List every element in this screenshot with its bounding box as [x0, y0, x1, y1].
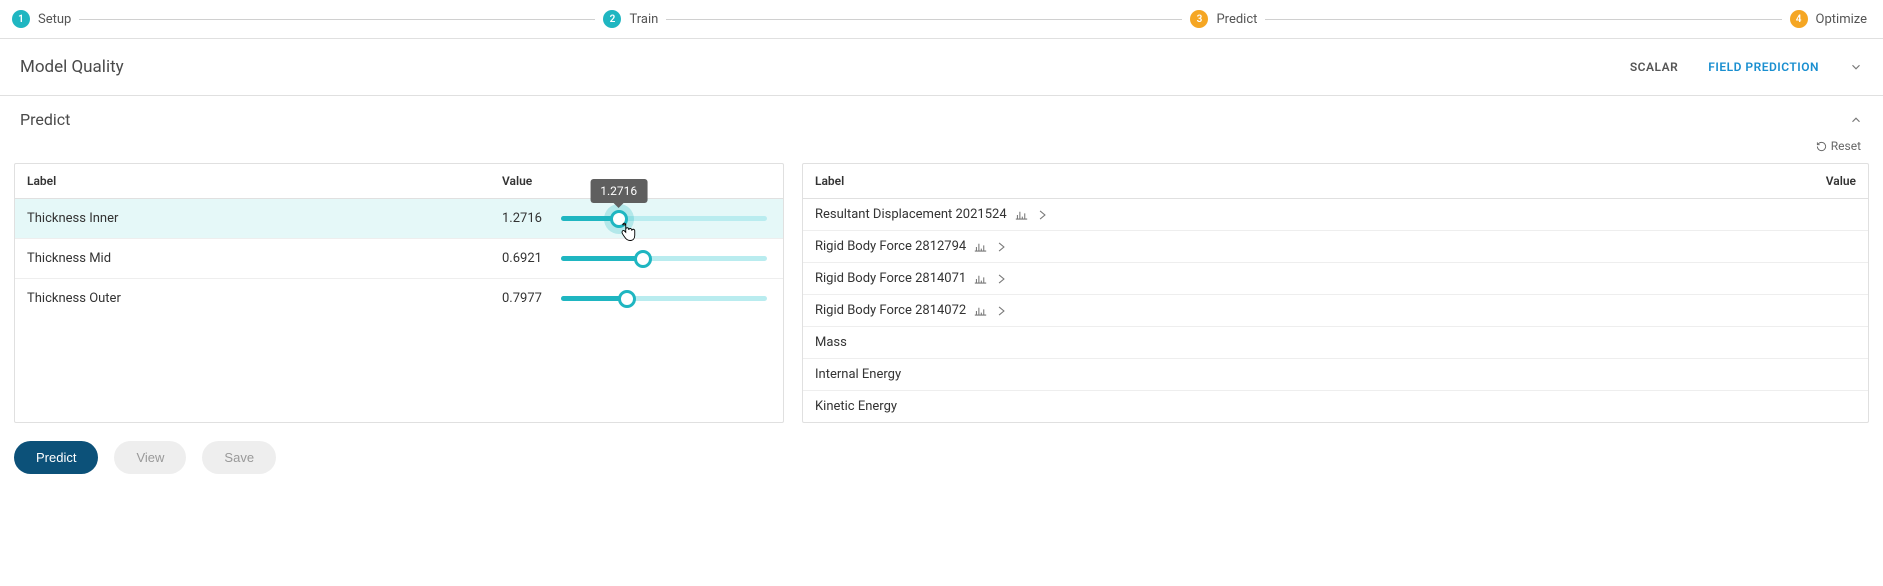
slider[interactable]	[557, 256, 771, 261]
save-button[interactable]: Save	[202, 441, 276, 474]
output-row: Mass	[803, 327, 1868, 359]
slider-tooltip: 1.2716	[590, 179, 647, 203]
output-label: Kinetic Energy	[815, 399, 897, 414]
output-row: Internal Energy	[803, 359, 1868, 391]
output-label: Rigid Body Force 2814072	[815, 303, 1008, 318]
output-label-text: Internal Energy	[815, 367, 901, 382]
inputs-panel-header: Label Value	[15, 164, 783, 199]
slider-thumb[interactable]: 1.2716	[610, 210, 628, 228]
input-label: Thickness Inner	[27, 211, 502, 226]
output-row[interactable]: Resultant Displacement 2021524	[803, 199, 1868, 231]
output-label-text: Rigid Body Force 2812794	[815, 239, 966, 254]
step-label: Optimize	[1816, 12, 1867, 27]
step-setup[interactable]: 1 Setup	[12, 10, 71, 28]
input-label: Thickness Mid	[27, 251, 502, 266]
slider-thumb[interactable]	[618, 290, 636, 308]
output-label-text: Kinetic Energy	[815, 399, 897, 414]
step-number: 3	[1190, 10, 1208, 28]
input-label: Thickness Outer	[27, 291, 502, 306]
chevron-right-icon[interactable]	[995, 241, 1008, 253]
outputs-panel-header: Label Value	[803, 164, 1868, 199]
slider[interactable]	[557, 296, 771, 301]
model-quality-bar: Model Quality SCALAR FIELD PREDICTION	[0, 39, 1883, 96]
outputs-panel: Label Value Resultant Displacement 20215…	[802, 163, 1869, 423]
step-train[interactable]: 2 Train	[603, 10, 658, 28]
model-quality-title: Model Quality	[20, 57, 124, 77]
chevron-up-icon[interactable]	[1849, 113, 1863, 127]
output-label: Internal Energy	[815, 367, 901, 382]
output-label: Rigid Body Force 2812794	[815, 239, 1008, 254]
output-label: Resultant Displacement 2021524	[815, 207, 1049, 222]
chevron-right-icon[interactable]	[1036, 209, 1049, 221]
chart-icon[interactable]	[974, 273, 987, 285]
chart-icon[interactable]	[1015, 209, 1028, 221]
output-label: Mass	[815, 335, 847, 350]
col-label-header: Label	[815, 174, 1796, 188]
col-value-header: Value	[1796, 174, 1856, 188]
output-label-text: Rigid Body Force 2814072	[815, 303, 966, 318]
input-value: 0.7977	[502, 291, 557, 306]
predict-panels: Label Value Thickness Inner1.27161.2716T…	[0, 163, 1883, 441]
output-label-text: Resultant Displacement 2021524	[815, 207, 1007, 222]
step-label: Train	[629, 12, 658, 27]
input-row: Thickness Inner1.27161.2716	[15, 199, 783, 239]
slider-thumb[interactable]	[634, 250, 652, 268]
output-label: Rigid Body Force 2814071	[815, 271, 1008, 286]
input-row: Thickness Outer0.7977	[15, 279, 783, 318]
slider-fill	[561, 256, 643, 261]
output-label-text: Rigid Body Force 2814071	[815, 271, 966, 286]
step-connector	[79, 19, 595, 20]
chevron-right-icon[interactable]	[995, 273, 1008, 285]
output-row[interactable]: Rigid Body Force 2812794	[803, 231, 1868, 263]
output-label-text: Mass	[815, 335, 847, 350]
input-row: Thickness Mid0.6921	[15, 239, 783, 279]
inputs-panel: Label Value Thickness Inner1.27161.2716T…	[14, 163, 784, 423]
step-number: 2	[603, 10, 621, 28]
action-buttons: Predict View Save	[0, 441, 1883, 494]
step-predict[interactable]: 3 Predict	[1190, 10, 1257, 28]
tab-field-prediction[interactable]: FIELD PREDICTION	[1708, 60, 1819, 74]
step-connector	[666, 19, 1182, 20]
step-optimize[interactable]: 4 Optimize	[1790, 10, 1867, 28]
step-number: 4	[1790, 10, 1808, 28]
step-connector	[1265, 19, 1781, 20]
chart-icon[interactable]	[974, 305, 987, 317]
predict-section: Predict Reset Label Value Thickness Inne…	[0, 96, 1883, 494]
chart-icon[interactable]	[974, 241, 987, 253]
step-label: Predict	[1216, 12, 1257, 27]
view-button[interactable]: View	[114, 441, 186, 474]
step-number: 1	[12, 10, 30, 28]
reset-label: Reset	[1831, 139, 1861, 153]
chevron-right-icon[interactable]	[995, 305, 1008, 317]
stepper: 1 Setup 2 Train 3 Predict 4 Optimize	[0, 0, 1883, 39]
slider-track: 1.2716	[561, 216, 767, 221]
reset-icon	[1816, 141, 1827, 152]
reset-row: Reset	[0, 135, 1883, 163]
reset-button[interactable]: Reset	[1816, 139, 1861, 153]
slider[interactable]: 1.2716	[557, 216, 771, 221]
input-value: 1.2716	[502, 211, 557, 226]
input-value: 0.6921	[502, 251, 557, 266]
tab-scalar[interactable]: SCALAR	[1630, 60, 1678, 74]
col-label-header: Label	[27, 174, 502, 188]
slider-track	[561, 256, 767, 261]
output-row: Kinetic Energy	[803, 391, 1868, 422]
predict-header: Predict	[0, 96, 1883, 135]
chevron-down-icon[interactable]	[1849, 60, 1863, 74]
output-row[interactable]: Rigid Body Force 2814072	[803, 295, 1868, 327]
step-label: Setup	[38, 12, 71, 27]
predict-button[interactable]: Predict	[14, 441, 98, 474]
predict-title: Predict	[20, 110, 70, 129]
model-quality-tabs: SCALAR FIELD PREDICTION	[1630, 60, 1863, 74]
slider-track	[561, 296, 767, 301]
output-row[interactable]: Rigid Body Force 2814071	[803, 263, 1868, 295]
